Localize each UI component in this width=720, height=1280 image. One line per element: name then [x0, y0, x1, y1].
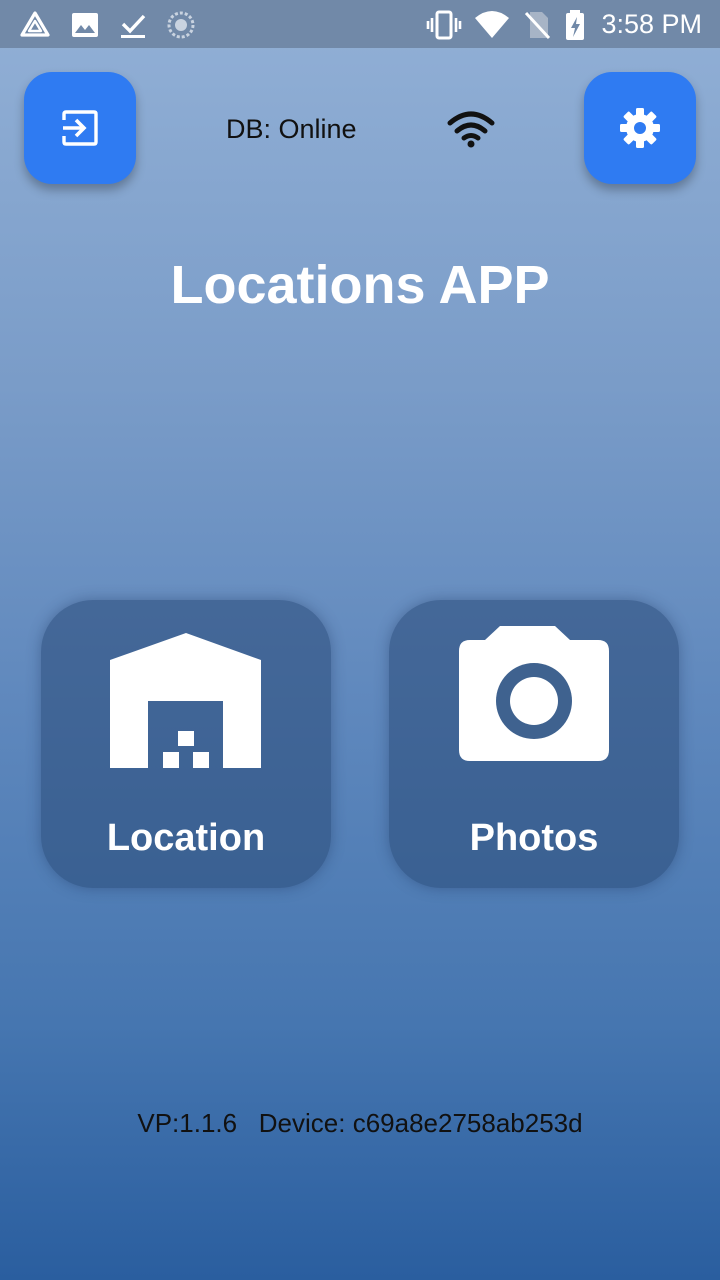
vibrate-icon [426, 10, 462, 40]
location-tile-button[interactable]: Location [41, 600, 331, 888]
photos-tile-button[interactable]: Photos [389, 600, 679, 888]
gear-icon [620, 108, 660, 148]
download-done-icon [121, 14, 146, 38]
login-icon [62, 110, 98, 146]
image-icon [72, 13, 98, 37]
warehouse-icon [110, 633, 261, 768]
page-title: Locations APP [170, 255, 550, 315]
wifi-icon [447, 111, 495, 148]
sync-spinner-icon [167, 11, 195, 39]
version-device-info: VP:1.1.6 Device: c69a8e2758ab253d [137, 1108, 583, 1138]
login-button[interactable] [24, 72, 136, 184]
location-tile-label: Location [106, 817, 266, 859]
battery-charging-icon [566, 10, 584, 40]
photos-tile-label: Photos [469, 817, 599, 859]
wifi-icon [475, 11, 509, 38]
no-sim-icon [524, 11, 551, 40]
app-logo-icon [20, 11, 50, 37]
status-time: 3:58 PM [601, 9, 702, 39]
status-bar: 3:58 PM [0, 0, 720, 48]
camera-icon [459, 626, 609, 761]
settings-button[interactable] [584, 72, 696, 184]
db-status: DB: Online [226, 114, 357, 144]
